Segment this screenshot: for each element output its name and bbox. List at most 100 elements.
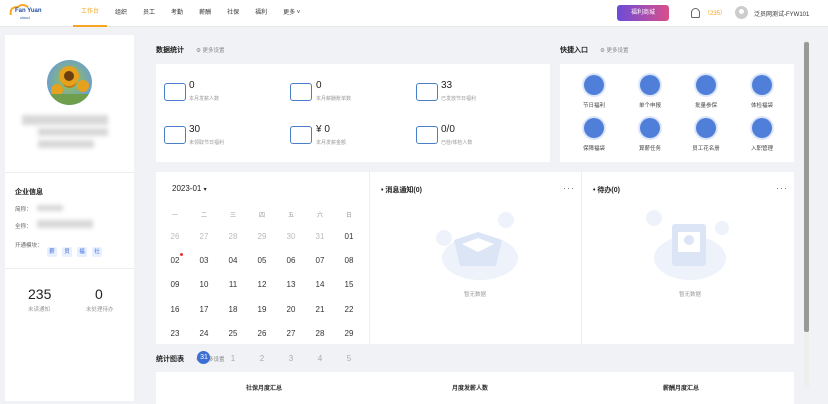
calendar-day[interactable]: 28	[310, 329, 330, 338]
stat-value: 0/0	[441, 124, 455, 135]
festival-welfare-icon[interactable]	[584, 75, 604, 95]
calendar-day[interactable]: 25	[223, 329, 243, 338]
quick-entry-label[interactable]: 员工花名册	[686, 144, 726, 152]
quick-entry-label[interactable]: 批量参保	[686, 101, 726, 109]
calendar-day[interactable]: 05	[252, 256, 272, 265]
bell-icon[interactable]	[691, 8, 700, 18]
calendar-day[interactable]: 01	[339, 232, 359, 241]
module-tag: 福	[77, 247, 87, 257]
calendar-day[interactable]: 20	[281, 305, 301, 314]
payroll-task-icon[interactable]	[640, 118, 660, 138]
data-stats-settings[interactable]: ⚙ 更多设置	[196, 46, 224, 54]
messages-more-icon[interactable]: ···	[563, 183, 575, 193]
unread-notice-count[interactable]: 235	[28, 286, 51, 302]
quick-entry-label[interactable]: 节日福利	[574, 101, 614, 109]
calendar-day[interactable]: 16	[165, 305, 185, 314]
scrollbar-thumb[interactable]	[804, 42, 809, 332]
pending-todo-count[interactable]: 0	[95, 286, 103, 302]
module-tag: 员	[62, 247, 72, 257]
todo-more-icon[interactable]: ···	[776, 183, 788, 193]
calendar-day[interactable]: 21	[310, 305, 330, 314]
calendar-day[interactable]: 30	[165, 354, 185, 363]
nav-welfare[interactable]: 福利	[247, 0, 275, 27]
nav-more-label: 更多	[283, 10, 296, 16]
user-avatar-icon[interactable]	[735, 6, 748, 19]
fanyuan-logo[interactable]: Fan Yuan cloud	[6, 3, 46, 23]
calendar-day[interactable]: 10	[194, 280, 214, 289]
calendar-day[interactable]: 3	[281, 354, 301, 363]
calendar-day[interactable]: 14	[310, 280, 330, 289]
nav-workbench[interactable]: 工作台	[73, 0, 108, 27]
user-name[interactable]: 泛员网测试-FYW101	[754, 9, 809, 18]
calendar-day[interactable]: 02	[165, 256, 185, 265]
calendar-day[interactable]: 08	[339, 256, 359, 265]
weekday-label: 五	[287, 213, 294, 219]
insurance-bag-icon[interactable]	[584, 118, 604, 138]
calendar-day[interactable]: 12	[252, 280, 272, 289]
welfare-mall-button[interactable]: 福利商城	[617, 5, 669, 21]
onboarding-icon[interactable]	[752, 118, 772, 138]
quick-entry-label[interactable]: 体检福袋	[742, 101, 782, 109]
nav-social-security[interactable]: 社保	[219, 0, 247, 27]
calendar-day[interactable]: 27	[281, 329, 301, 338]
calendar-day[interactable]: 26	[165, 232, 185, 241]
stat-value: 33	[441, 80, 453, 91]
notification-count[interactable]: （235）	[704, 8, 726, 17]
calendar-day[interactable]: 31	[194, 354, 214, 361]
empty-clipboard-icon	[646, 210, 729, 280]
quick-entry-label[interactable]: 保障福袋	[574, 144, 614, 152]
quick-entry-label[interactable]: 算薪任务	[630, 144, 670, 152]
calendar-day[interactable]: 28	[223, 232, 243, 241]
messages-title: • 消息通知(0)	[381, 187, 422, 194]
quick-entry-settings[interactable]: ⚙ 更多设置	[600, 46, 628, 54]
quick-entry-label[interactable]: 单个申报	[630, 101, 670, 109]
divider	[5, 172, 134, 173]
calendar-day[interactable]: 15	[339, 280, 359, 289]
nav-attendance[interactable]: 考勤	[163, 0, 191, 27]
calendar-day[interactable]: 23	[165, 329, 185, 338]
calendar-day[interactable]: 5	[339, 354, 359, 363]
calendar-day[interactable]: 07	[310, 256, 330, 265]
calendar-day[interactable]: 26	[252, 329, 272, 338]
batch-insure-icon[interactable]	[696, 75, 716, 95]
calendar-month-select[interactable]: 2023-01 ▾	[172, 184, 207, 193]
module-tag: 薪	[47, 247, 57, 257]
calendar-day[interactable]: 24	[194, 329, 214, 338]
calendar-day[interactable]: 17	[194, 305, 214, 314]
roster-icon[interactable]	[696, 118, 716, 138]
calendar-day[interactable]: 2	[252, 354, 272, 363]
calendar-day[interactable]: 27	[194, 232, 214, 241]
checkup-bag-icon[interactable]	[752, 75, 772, 95]
nav-more[interactable]: 更多 ˅	[275, 0, 308, 27]
calendar-day[interactable]: 31	[310, 232, 330, 241]
calendar-day[interactable]: 06	[281, 256, 301, 265]
calendar-day[interactable]: 1	[223, 354, 243, 363]
calendar-day[interactable]: 13	[281, 280, 301, 289]
nav-salary[interactable]: 薪酬	[191, 0, 219, 27]
weekday-label: 二	[200, 213, 207, 219]
empty-box-icon	[436, 212, 518, 280]
calendar-day[interactable]: 4	[310, 354, 330, 363]
module-tags: 薪员福社	[47, 240, 107, 258]
nav-organization[interactable]: 组织	[107, 0, 135, 27]
calendar-day[interactable]: 29	[339, 329, 359, 338]
gear-icon: ⚙	[196, 48, 201, 54]
calendar-day[interactable]: 11	[223, 280, 243, 289]
stat-value: ¥ 0	[316, 124, 330, 135]
calendar-day[interactable]: 18	[223, 305, 243, 314]
calendar-day[interactable]: 03	[194, 256, 214, 265]
full-name-label: 全称：	[15, 224, 32, 230]
single-declare-icon[interactable]	[640, 75, 660, 95]
calendar-day[interactable]: 04	[223, 256, 243, 265]
quick-entry-label[interactable]: 入职管理	[742, 144, 782, 152]
calendar-day[interactable]: 09	[165, 280, 185, 289]
logo-subtext: cloud	[20, 15, 30, 20]
module-tag: 社	[92, 247, 102, 257]
calendar-day[interactable]: 29	[252, 232, 272, 241]
todo-title-text: 待办(0)	[597, 187, 620, 194]
calendar-day[interactable]: 30	[281, 232, 301, 241]
calendar-day[interactable]: 19	[252, 305, 272, 314]
nav-employees[interactable]: 员工	[135, 0, 163, 27]
modules-label: 开通模块：	[15, 243, 43, 249]
calendar-day[interactable]: 22	[339, 305, 359, 314]
